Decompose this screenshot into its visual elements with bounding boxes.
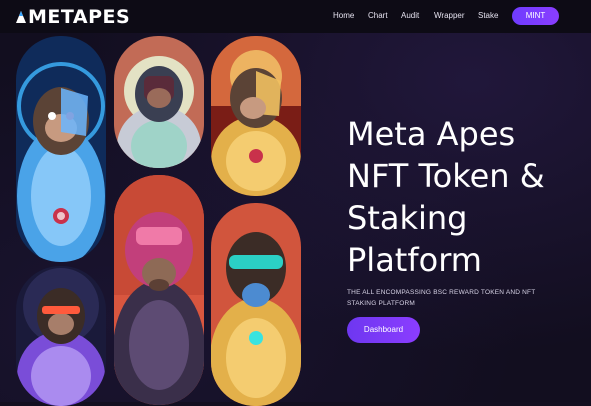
ape-illustration — [211, 36, 301, 196]
ape-illustration — [17, 268, 105, 406]
ape-illustration — [211, 232, 301, 406]
nft-card-silver-robot-ape[interactable] — [114, 36, 204, 168]
nft-card-gold-armor-ape[interactable] — [211, 36, 301, 196]
nav-wrapper[interactable]: Wrapper — [434, 11, 465, 20]
hero-subtitle-line-2: STAKING PLATFORM — [347, 300, 415, 307]
hero-section: Meta Apes NFT Token & Staking Platform — [347, 113, 577, 281]
logo-mark-icon — [16, 11, 26, 23]
ape-illustration — [17, 62, 105, 262]
brand-name: METAPES — [28, 6, 131, 28]
brand-logo[interactable]: METAPES — [15, 6, 130, 28]
nav-audit[interactable]: Audit — [401, 11, 419, 20]
ape-illustration — [117, 56, 201, 168]
hero-subtitle: THE ALL ENCOMPASSING BSC REWARD TOKEN AN… — [347, 287, 547, 309]
nft-card-gold-visor-ape[interactable] — [211, 203, 301, 406]
hero-subtitle-line-1: THE ALL ENCOMPASSING BSC REWARD TOKEN AN… — [347, 289, 536, 296]
nft-card-pink-helmet-ape[interactable] — [114, 175, 204, 405]
nav-chart[interactable]: Chart — [368, 11, 388, 20]
hero-title-line-2: NFT Token & — [347, 157, 545, 195]
ape-illustration — [114, 175, 204, 405]
hero-title-line-3: Staking — [347, 199, 468, 237]
top-navbar: METAPES Home Chart Audit Wrapper Stake M… — [0, 0, 591, 33]
hero-title-line-4: Platform — [347, 241, 482, 279]
hero-title-line-1: Meta Apes — [347, 115, 516, 153]
nav-home[interactable]: Home — [333, 11, 354, 20]
nav-stake[interactable]: Stake — [478, 11, 498, 20]
mint-button[interactable]: MINT — [512, 7, 559, 25]
dashboard-button[interactable]: Dashboard — [347, 317, 420, 343]
nft-card-blue-cyborg-ape[interactable] — [16, 36, 106, 262]
nft-card-purple-ape[interactable] — [16, 266, 106, 406]
